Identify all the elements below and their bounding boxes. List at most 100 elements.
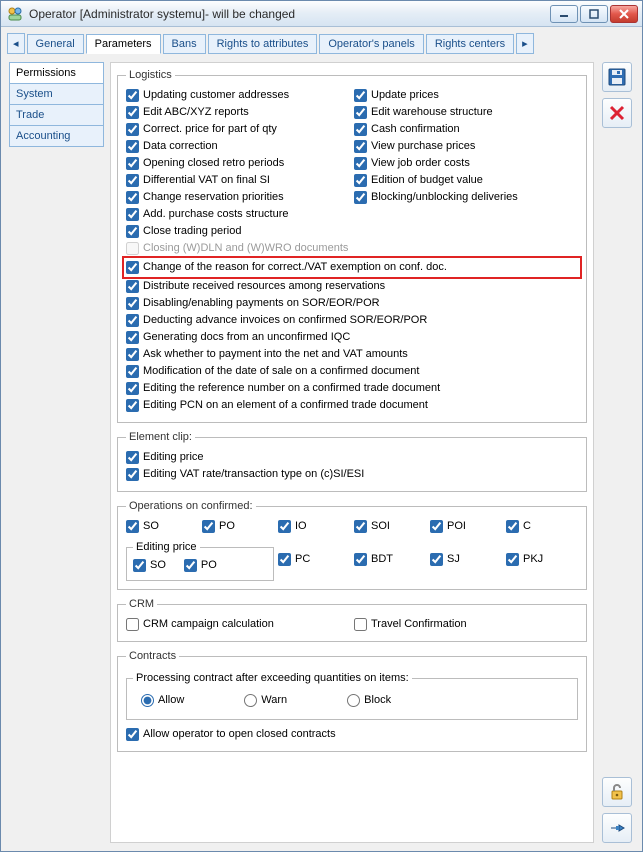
- cb-deducting-advance-invoices[interactable]: Deducting advance invoices on confirmed …: [126, 312, 578, 329]
- unlock-button[interactable]: [602, 777, 632, 807]
- cb-editing-pcn[interactable]: Editing PCN on an element of a confirmed…: [126, 397, 578, 414]
- tab-parameters[interactable]: Parameters: [86, 34, 161, 54]
- cb-change-reason-vat-exemption[interactable]: Change of the reason for correct./VAT ex…: [124, 258, 580, 277]
- body-area: Permissions System Trade Accounting Logi…: [1, 54, 642, 851]
- cb-label: View purchase prices: [371, 139, 475, 154]
- cb-label: PC: [295, 552, 310, 567]
- cb-ops-poi[interactable]: POI: [430, 518, 502, 535]
- crm-group: CRM CRM campaign calculation Travel Conf…: [117, 598, 587, 642]
- cancel-button[interactable]: [602, 98, 632, 128]
- cb-label: C: [523, 519, 531, 534]
- padlock-open-icon: [608, 783, 626, 801]
- tab-operators-panels[interactable]: Operator's panels: [319, 34, 423, 54]
- cb-ops-soi[interactable]: SOI: [354, 518, 426, 535]
- cb-view-purchase-prices[interactable]: View purchase prices: [354, 138, 578, 155]
- cb-editing-reference-number[interactable]: Editing the reference number on a confir…: [126, 380, 578, 397]
- tab-nav-left[interactable]: ◂: [7, 33, 25, 54]
- cb-label: PO: [219, 519, 235, 534]
- titlebar: Operator [Administrator systemu]- will b…: [1, 1, 642, 27]
- save-button[interactable]: [602, 62, 632, 92]
- element-clip-group: Element clip: Editing price Editing VAT …: [117, 431, 587, 492]
- maximize-button[interactable]: [580, 5, 608, 23]
- cb-label: BDT: [371, 552, 393, 567]
- cb-label: Update prices: [371, 88, 439, 103]
- tab-general[interactable]: General: [27, 34, 84, 54]
- editing-price-inner-group: Editing price SO PO: [126, 541, 274, 581]
- tab-bans[interactable]: Bans: [163, 34, 206, 54]
- cb-allow-open-closed-contracts[interactable]: Allow operator to open closed contracts: [126, 726, 578, 743]
- cb-ops-c[interactable]: C: [506, 518, 578, 535]
- cb-label: Editing price: [143, 450, 204, 465]
- cb-ops-so[interactable]: SO: [126, 518, 198, 535]
- main-panel: Logistics Updating customer addresses Ed…: [110, 62, 594, 843]
- top-tabbar: ◂ General Parameters Bans Rights to attr…: [1, 27, 642, 54]
- cb-updating-customer-addresses[interactable]: Updating customer addresses: [126, 87, 350, 104]
- cb-label: SOI: [371, 519, 390, 534]
- editing-price-inner-legend: Editing price: [133, 541, 200, 553]
- cb-ops-pc[interactable]: PC: [278, 551, 350, 568]
- cb-blocking-unblocking-deliveries[interactable]: Blocking/unblocking deliveries: [354, 189, 578, 206]
- cb-ops-io[interactable]: IO: [278, 518, 350, 535]
- cb-ep-po[interactable]: PO: [184, 557, 217, 574]
- cb-edit-warehouse-structure[interactable]: Edit warehouse structure: [354, 104, 578, 121]
- cb-label: Distribute received resources among rese…: [143, 279, 385, 294]
- cb-label: Edition of budget value: [371, 173, 483, 188]
- cb-ops-bdt[interactable]: BDT: [354, 551, 426, 568]
- cb-disable-enable-payments[interactable]: Disabling/enabling payments on SOR/EOR/P…: [126, 295, 578, 312]
- close-button[interactable]: [610, 5, 638, 23]
- cb-label: Editing VAT rate/transaction type on (c)…: [143, 467, 364, 482]
- attach-button[interactable]: [602, 813, 632, 843]
- close-icon: [609, 105, 625, 121]
- cb-label: SJ: [447, 552, 460, 567]
- element-clip-legend: Element clip:: [126, 431, 195, 443]
- cb-correct-price-part-qty[interactable]: Correct. price for part of qty: [126, 121, 350, 138]
- cb-label: Deducting advance invoices on confirmed …: [143, 313, 427, 328]
- cb-label: View job order costs: [371, 156, 470, 171]
- cb-label: Editing the reference number on a confir…: [143, 381, 440, 396]
- cb-update-prices[interactable]: Update prices: [354, 87, 578, 104]
- cb-travel-confirmation[interactable]: Travel Confirmation: [354, 616, 578, 633]
- cb-ep-so[interactable]: SO: [133, 557, 166, 574]
- cb-label: Ask whether to payment into the net and …: [143, 347, 408, 362]
- cb-generating-docs-iqc[interactable]: Generating docs from an unconfirmed IQC: [126, 329, 578, 346]
- cb-close-trading-period[interactable]: Close trading period: [126, 223, 350, 240]
- cb-distribute-resources[interactable]: Distribute received resources among rese…: [126, 278, 578, 295]
- cb-label: PKJ: [523, 552, 543, 567]
- cb-edition-budget-value[interactable]: Edition of budget value: [354, 172, 578, 189]
- cb-label: Disabling/enabling payments on SOR/EOR/P…: [143, 296, 380, 311]
- side-tab-system[interactable]: System: [9, 83, 104, 105]
- floppy-disk-icon: [608, 68, 626, 86]
- radio-label: Warn: [261, 693, 287, 708]
- cb-ask-payment-net-vat[interactable]: Ask whether to payment into the net and …: [126, 346, 578, 363]
- cb-label: Edit ABC/XYZ reports: [143, 105, 249, 120]
- side-tab-trade[interactable]: Trade: [9, 104, 104, 126]
- logistics-legend: Logistics: [126, 69, 175, 81]
- cb-data-correction[interactable]: Data correction: [126, 138, 350, 155]
- radio-block[interactable]: Block: [347, 692, 391, 709]
- radio-allow[interactable]: Allow: [141, 692, 184, 709]
- ops-confirmed-legend: Operations on confirmed:: [126, 500, 256, 512]
- minimize-button[interactable]: [550, 5, 578, 23]
- cb-add-purchase-costs[interactable]: Add. purchase costs structure: [126, 206, 350, 223]
- cb-opening-closed-retro[interactable]: Opening closed retro periods: [126, 155, 350, 172]
- tab-rights-centers[interactable]: Rights centers: [426, 34, 514, 54]
- radio-warn[interactable]: Warn: [244, 692, 287, 709]
- cb-ops-sj[interactable]: SJ: [430, 551, 502, 568]
- cb-modification-date-sale[interactable]: Modification of the date of sale on a co…: [126, 363, 578, 380]
- side-tab-permissions[interactable]: Permissions: [9, 62, 104, 84]
- cb-change-reservation-priorities[interactable]: Change reservation priorities: [126, 189, 350, 206]
- tab-rights-attributes[interactable]: Rights to attributes: [208, 34, 318, 54]
- cb-view-job-order-costs[interactable]: View job order costs: [354, 155, 578, 172]
- tab-nav-right[interactable]: ▸: [516, 33, 534, 54]
- cb-editing-price-clip[interactable]: Editing price: [126, 449, 578, 466]
- side-tab-accounting[interactable]: Accounting: [9, 125, 104, 147]
- cb-ops-po[interactable]: PO: [202, 518, 274, 535]
- cb-crm-campaign[interactable]: CRM campaign calculation: [126, 616, 350, 633]
- cb-label: IO: [295, 519, 307, 534]
- cb-edit-abc-xyz[interactable]: Edit ABC/XYZ reports: [126, 104, 350, 121]
- cb-ops-pkj[interactable]: PKJ: [506, 551, 578, 568]
- cb-cash-confirmation[interactable]: Cash confirmation: [354, 121, 578, 138]
- cb-editing-vat-rate[interactable]: Editing VAT rate/transaction type on (c)…: [126, 466, 578, 483]
- cb-differential-vat[interactable]: Differential VAT on final SI: [126, 172, 350, 189]
- operator-window: Operator [Administrator systemu]- will b…: [0, 0, 643, 852]
